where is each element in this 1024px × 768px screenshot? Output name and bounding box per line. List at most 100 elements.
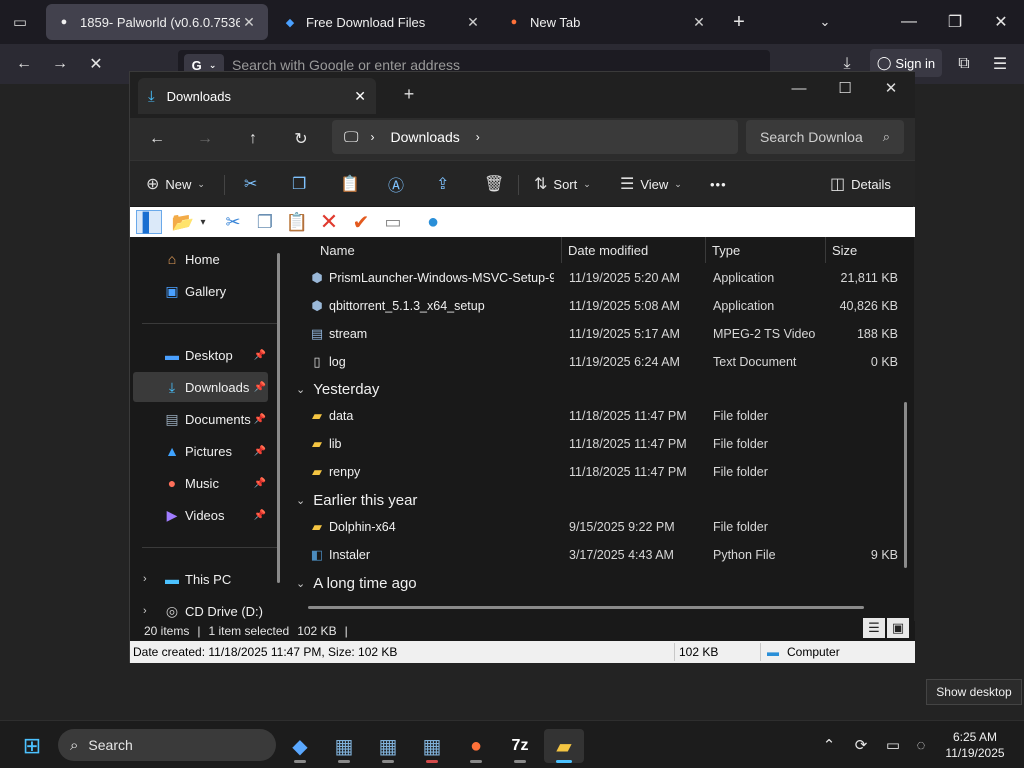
breadcrumb[interactable]: 🖵 › Downloads › <box>332 120 738 154</box>
details-pane-button[interactable]: ◫ Details <box>830 169 891 199</box>
paste-button[interactable]: 📋 <box>340 169 360 199</box>
network-icon[interactable]: ◌ <box>909 733 933 757</box>
copy-button[interactable]: ❐ <box>292 169 306 199</box>
close-tab-icon[interactable]: ✕ <box>464 14 482 31</box>
more-options-button[interactable]: ••• <box>710 169 727 199</box>
tab-list-icon[interactable]: ▭ <box>6 8 34 36</box>
taskbar-app-3[interactable]: ▦ <box>412 729 452 763</box>
forward-icon[interactable]: → <box>45 49 75 79</box>
vertical-scrollbar[interactable] <box>904 402 907 568</box>
expand-chevron-icon[interactable]: › <box>143 605 147 617</box>
taskbar-firefox[interactable]: ● <box>456 729 496 763</box>
rename-button[interactable]: Ⓐ <box>388 169 404 199</box>
nav-item-desktop[interactable]: ▬ Desktop 📌 <box>133 340 268 370</box>
new-explorer-tab-button[interactable]: + <box>386 80 432 108</box>
nav-item-pictures[interactable]: ▲ Pictures 📌 <box>133 436 268 466</box>
group-header-yesterday[interactable]: ⌄ Yesterday <box>296 375 379 403</box>
breadcrumb-item-downloads[interactable]: Downloads <box>390 129 459 145</box>
column-header-name[interactable]: Name <box>314 237 562 263</box>
group-header-long-time-ago[interactable]: ⌄ A long time ago <box>296 569 417 597</box>
copy-icon[interactable]: ❐ <box>252 210 278 234</box>
nav-item-gallery[interactable]: ▣ Gallery <box>133 276 268 306</box>
column-header-date[interactable]: Date modified <box>562 237 706 263</box>
nav-item-home[interactable]: ⌂ Home <box>133 244 268 274</box>
close-tab-icon[interactable]: ✕ <box>354 88 366 105</box>
file-row[interactable]: ▤ stream 11/19/2025 5:17 AM MPEG-2 TS Vi… <box>298 321 898 349</box>
delete-x-icon[interactable]: ✕ <box>316 209 342 234</box>
file-row[interactable]: ▰ data 11/18/2025 11:47 PM File folder <box>298 403 898 431</box>
up-icon[interactable]: ↑ <box>238 124 268 154</box>
column-header-type[interactable]: Type <box>706 237 826 263</box>
sync-icon[interactable]: ⟳ <box>849 733 873 757</box>
new-tab-button[interactable]: + <box>724 7 754 37</box>
menu-icon[interactable]: ☰ <box>985 49 1015 79</box>
large-icons-view-icon[interactable]: ▣ <box>887 618 909 638</box>
taskbar-search[interactable]: ⌕ Search <box>58 729 276 761</box>
taskbar-app-bird[interactable]: ◆ <box>280 729 320 763</box>
column-header-size[interactable]: Size <box>826 237 902 263</box>
nav-item-documents[interactable]: ▤ Documents 📌 <box>133 404 268 434</box>
start-button[interactable]: ⊞ <box>12 729 52 763</box>
breadcrumb-chevron-icon[interactable]: › <box>476 130 480 144</box>
computer-icon[interactable]: 🖵 <box>344 129 358 146</box>
delete-button[interactable]: 🗑 <box>484 169 504 199</box>
folder-options-icon[interactable]: 📂 <box>170 210 196 234</box>
file-row[interactable]: ▰ renpy 11/18/2025 11:47 PM File folder <box>298 459 898 487</box>
nav-item-music[interactable]: ● Music 📌 <box>133 468 268 498</box>
file-row[interactable]: ⬢ qbittorrent_5.1.3_x64_setup 11/19/2025… <box>298 293 898 321</box>
expand-chevron-icon[interactable]: › <box>143 573 147 585</box>
taskbar-app-2[interactable]: ▦ <box>368 729 408 763</box>
new-button[interactable]: ⊕ New ⌄ <box>146 169 205 199</box>
close-tab-icon[interactable]: ✕ <box>690 14 708 31</box>
paste-icon[interactable]: 📋 <box>284 210 310 234</box>
maximize-browser-button[interactable]: ❐ <box>940 7 970 37</box>
browser-tab-new[interactable]: ● New Tab ✕ <box>496 4 718 40</box>
nav-scrollbar[interactable] <box>277 253 280 583</box>
checkmark-icon[interactable]: ✔ <box>348 210 374 234</box>
nav-item-downloads[interactable]: ⤓ Downloads 📌 <box>133 372 268 402</box>
globe-icon[interactable]: ● <box>420 210 446 234</box>
cut-button[interactable]: ✂ <box>244 169 257 199</box>
file-row[interactable]: ▯ log 11/19/2025 6:24 AM Text Document 0… <box>298 349 898 377</box>
breadcrumb-chevron-icon[interactable]: › <box>370 130 374 144</box>
share-button[interactable]: ⇪ <box>436 169 449 199</box>
maximize-button[interactable]: ☐ <box>822 74 868 102</box>
close-tab-icon[interactable]: ✕ <box>240 14 258 31</box>
refresh-icon[interactable]: ↻ <box>286 124 316 154</box>
show-hidden-icons-icon[interactable]: ⌃ <box>817 733 841 757</box>
file-row[interactable]: ▰ Dolphin-x64 9/15/2025 9:22 PM File fol… <box>298 514 898 542</box>
browser-tab-palworld[interactable]: ● 1859- Palworld (v0.6.0.75365 – T ✕ <box>46 4 268 40</box>
minimize-button[interactable]: — <box>776 74 822 102</box>
explorer-tab-downloads[interactable]: ⤓ Downloads ✕ <box>138 78 376 114</box>
sort-button[interactable]: ⇅ Sort ⌄ <box>534 169 591 199</box>
horizontal-scrollbar[interactable] <box>308 606 864 609</box>
search-input[interactable]: Search Downloa ⌕ <box>746 120 904 154</box>
rename-field-icon[interactable]: ▭ <box>380 210 406 234</box>
close-browser-button[interactable]: ✕ <box>986 7 1016 37</box>
file-row[interactable]: ▰ lib 11/18/2025 11:47 PM File folder <box>298 431 898 459</box>
clock[interactable]: 6:25 AM 11/19/2025 <box>940 729 1010 761</box>
nav-item-this-pc[interactable]: › ▬ This PC <box>133 564 268 594</box>
file-row[interactable]: ◧ Instaler 3/17/2025 4:43 AM Python File… <box>298 542 898 570</box>
view-button[interactable]: ☰ View ⌄ <box>620 169 682 199</box>
taskbar-7zip[interactable]: 7z <box>500 729 540 763</box>
display-icon[interactable]: ▭ <box>881 733 905 757</box>
group-header-earlier-this-year[interactable]: ⌄ Earlier this year <box>296 486 417 514</box>
forward-icon[interactable]: → <box>190 124 220 154</box>
browser-tab-free-download[interactable]: ◆ Free Download Files ✕ <box>272 4 492 40</box>
back-icon[interactable]: ← <box>9 49 39 79</box>
navigation-pane-icon[interactable]: ▌ <box>136 210 162 234</box>
taskbar-app-1[interactable]: ▦ <box>324 729 364 763</box>
taskbar-file-explorer[interactable]: ▰ <box>544 729 584 763</box>
cut-icon[interactable]: ✂ <box>220 210 246 234</box>
chevron-down-icon[interactable]: ▾ <box>196 210 210 234</box>
close-window-button[interactable]: ✕ <box>868 74 914 102</box>
stop-icon[interactable]: ✕ <box>81 49 111 79</box>
back-icon[interactable]: ← <box>142 124 172 154</box>
nav-item-videos[interactable]: ▶ Videos 📌 <box>133 500 268 530</box>
details-view-icon[interactable]: ☰ <box>863 618 885 638</box>
chevron-down-icon[interactable]: ⌄ <box>810 7 840 37</box>
file-row[interactable]: ⬢ PrismLauncher-Windows-MSVC-Setup-9.4 1… <box>298 265 898 293</box>
minimize-browser-button[interactable]: — <box>894 7 924 37</box>
extensions-icon[interactable]: ⧉ <box>949 49 979 79</box>
